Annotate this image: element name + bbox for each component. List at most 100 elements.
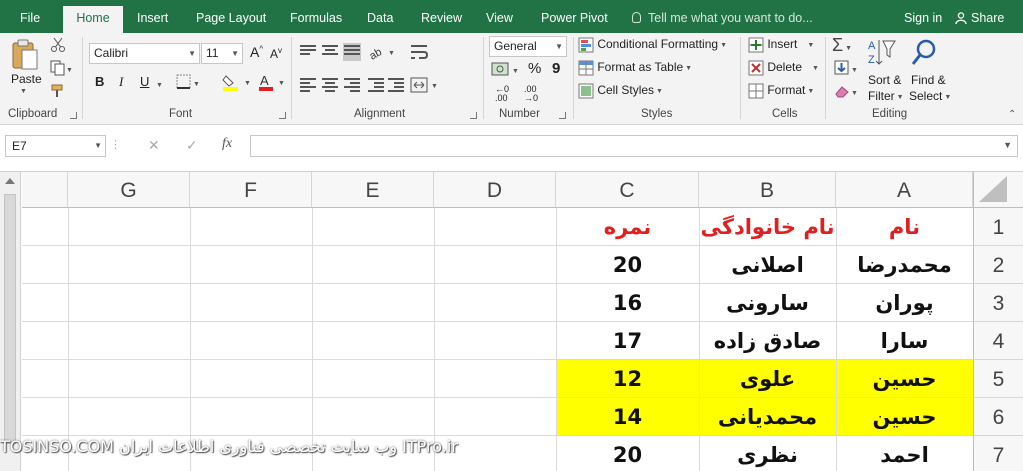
decrease-indent-icon[interactable] xyxy=(368,78,384,92)
align-right-icon[interactable] xyxy=(344,78,360,92)
cell-a2[interactable]: محمدرضا xyxy=(836,246,973,284)
vertical-scrollbar[interactable] xyxy=(0,172,21,471)
font-color-button[interactable]: A ▼ xyxy=(258,73,288,94)
cell-a5[interactable]: حسین xyxy=(836,360,973,398)
row-header-7[interactable]: 7 xyxy=(973,436,1023,471)
cell-a3[interactable]: پوران xyxy=(836,284,973,322)
cell-c2[interactable]: 20 xyxy=(556,246,699,284)
accounting-format-button[interactable]: ▼ xyxy=(491,61,521,80)
share-button[interactable]: Share xyxy=(955,0,1004,37)
autosum-button[interactable]: Σ ▼ xyxy=(832,35,852,56)
format-as-table-button[interactable]: Format as Table ▼ xyxy=(578,60,692,76)
insert-function-icon[interactable]: fx xyxy=(222,136,232,152)
orientation-button[interactable]: ab ▼ xyxy=(367,43,398,64)
align-bottom-icon[interactable] xyxy=(343,43,361,61)
cell-b6[interactable]: محمدیانی xyxy=(699,398,836,436)
decrease-font-button[interactable]: Av xyxy=(270,46,282,61)
fill-button[interactable]: ▼ xyxy=(834,60,860,79)
column-header-e[interactable]: E xyxy=(312,172,434,208)
row-header-6[interactable]: 6 xyxy=(973,398,1023,436)
column-header-h[interactable] xyxy=(22,172,68,208)
increase-font-button[interactable]: A^ xyxy=(250,44,263,60)
column-header-f[interactable]: F xyxy=(190,172,312,208)
format-cells-button[interactable]: Format ▼ xyxy=(748,83,814,99)
delete-cells-button[interactable]: Delete ▼ xyxy=(748,60,819,76)
cell-c6[interactable]: 14 xyxy=(556,398,699,436)
tab-formulas[interactable]: Formulas xyxy=(290,0,342,33)
column-header-b[interactable]: B xyxy=(699,172,836,208)
align-left-icon[interactable] xyxy=(300,78,316,92)
increase-indent-icon[interactable] xyxy=(388,78,404,92)
chevron-down-icon[interactable]: ▼ xyxy=(1003,140,1012,150)
cell-c5[interactable]: 12 xyxy=(556,360,699,398)
tab-insert[interactable]: Insert xyxy=(137,0,168,33)
number-launcher[interactable] xyxy=(559,112,566,119)
row-header-4[interactable]: 4 xyxy=(973,322,1023,360)
tab-data[interactable]: Data xyxy=(367,0,393,33)
enter-icon[interactable]: ✓ xyxy=(186,137,198,154)
formula-input[interactable]: ▼ xyxy=(250,135,1018,157)
fill-color-button[interactable]: ▼ xyxy=(222,73,254,94)
copy-button[interactable]: ▼ xyxy=(50,60,73,79)
format-painter-button[interactable] xyxy=(50,83,66,102)
cell-b5[interactable]: علوی xyxy=(699,360,836,398)
select-all-corner[interactable] xyxy=(973,172,1023,208)
merge-center-button[interactable]: ▼ xyxy=(410,76,440,97)
bold-button[interactable]: B xyxy=(95,74,104,89)
align-center-icon[interactable] xyxy=(322,78,338,92)
cell-c4[interactable]: 17 xyxy=(556,322,699,360)
clipboard-launcher[interactable] xyxy=(70,112,77,119)
column-header-a[interactable]: A xyxy=(836,172,973,208)
scroll-up-icon[interactable] xyxy=(5,178,15,184)
column-header-d[interactable]: D xyxy=(434,172,556,208)
tab-page-layout[interactable]: Page Layout xyxy=(196,0,266,33)
insert-cells-button[interactable]: Insert ▼ xyxy=(748,37,814,53)
row-header-3[interactable]: 3 xyxy=(973,284,1023,322)
decrease-decimal-button[interactable]: .00 →0 xyxy=(524,85,538,103)
tell-me-search[interactable]: Tell me what you want to do... xyxy=(632,0,813,33)
font-name-select[interactable]: Calibri ▼ xyxy=(89,43,200,64)
tab-file[interactable]: File xyxy=(20,0,40,33)
percent-style-button[interactable]: % xyxy=(528,60,541,77)
sort-filter-button[interactable]: AZ Sort & Filter ▼ xyxy=(866,37,904,103)
cell-a7[interactable]: احمد xyxy=(836,436,973,471)
italic-button[interactable]: I xyxy=(119,74,123,90)
row-header-1[interactable]: 1 xyxy=(973,208,1023,246)
cell-c1[interactable]: نمره xyxy=(556,208,699,246)
increase-decimal-button[interactable]: ←0.00 xyxy=(495,85,509,103)
paste-dropdown-arrow[interactable]: ▼ xyxy=(20,88,27,95)
cut-button[interactable] xyxy=(50,37,66,56)
paste-button[interactable]: Paste ▼ xyxy=(10,39,44,97)
conditional-formatting-button[interactable]: Conditional Formatting ▼ xyxy=(578,37,727,53)
comma-style-button[interactable]: 9 xyxy=(552,60,560,77)
align-middle-icon[interactable] xyxy=(322,45,338,59)
cell-b1[interactable]: نام خانوادگی xyxy=(699,208,836,246)
scrollbar-thumb[interactable] xyxy=(4,194,16,444)
cell-styles-button[interactable]: Cell Styles ▼ xyxy=(578,83,663,99)
borders-button[interactable]: ▼ xyxy=(176,74,202,93)
cell-b2[interactable]: اصلانی xyxy=(699,246,836,284)
collapse-ribbon-icon[interactable]: ⌃ xyxy=(1008,109,1016,120)
font-launcher[interactable] xyxy=(279,112,286,119)
name-box[interactable]: E7 ▼ xyxy=(5,135,106,157)
cell-a6[interactable]: حسین xyxy=(836,398,973,436)
underline-button[interactable]: U xyxy=(140,74,149,89)
row-header-5[interactable]: 5 xyxy=(973,360,1023,398)
cancel-icon[interactable]: ✕ xyxy=(148,137,160,154)
sign-in-link[interactable]: Sign in xyxy=(904,0,942,37)
alignment-launcher[interactable] xyxy=(470,112,477,119)
cell-b4[interactable]: صادق زاده xyxy=(699,322,836,360)
cell-c3[interactable]: 16 xyxy=(556,284,699,322)
cell-a1[interactable]: نام xyxy=(836,208,973,246)
row-header-2[interactable]: 2 xyxy=(973,246,1023,284)
find-select-button[interactable]: Find & Select ▼ xyxy=(909,37,951,103)
cell-b3[interactable]: سارونی xyxy=(699,284,836,322)
cell-a4[interactable]: سارا xyxy=(836,322,973,360)
number-format-select[interactable]: General ▼ xyxy=(489,36,567,57)
tab-power-pivot[interactable]: Power Pivot xyxy=(541,0,608,33)
column-header-c[interactable]: C xyxy=(556,172,699,208)
clear-button[interactable]: ▼ xyxy=(834,83,860,102)
font-size-select[interactable]: 11 ▼ xyxy=(201,43,243,64)
align-top-icon[interactable] xyxy=(300,45,316,59)
underline-dropdown[interactable]: ▼ xyxy=(154,77,163,91)
